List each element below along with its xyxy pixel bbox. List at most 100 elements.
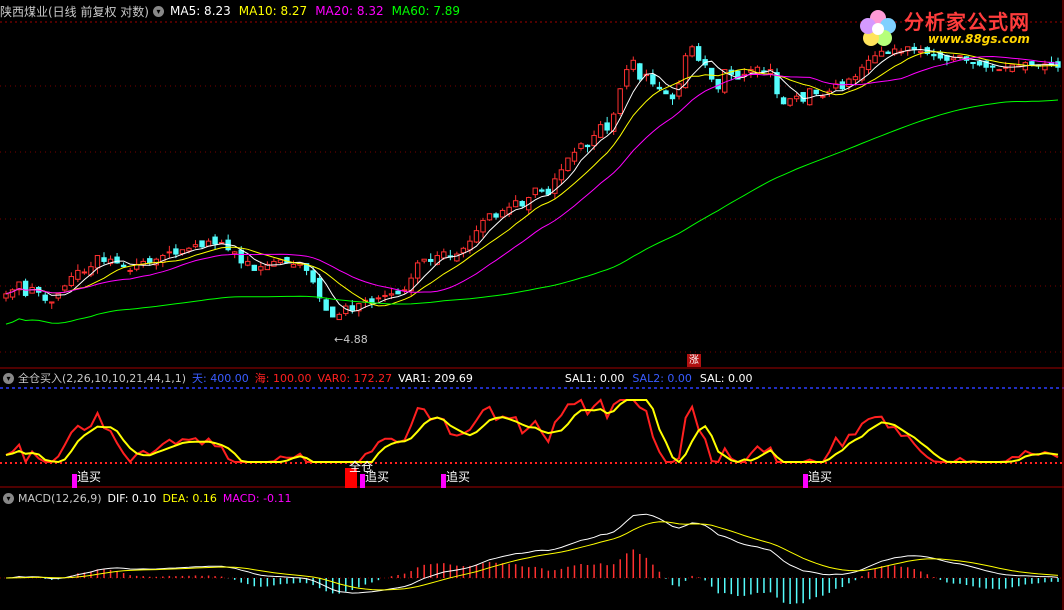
main-panel-header: 陕西煤业(日线 前复权 对数) ▾ MA5: 8.23 MA10: 8.27 M…	[0, 2, 460, 20]
ma5-line	[5, 48, 1059, 313]
signal-label: 追买	[446, 470, 471, 484]
watermark-brand: 分析家公式网	[904, 10, 1030, 34]
candle-up	[957, 55, 963, 58]
candle-down	[173, 248, 179, 255]
candle-up	[245, 260, 251, 266]
candle-down	[539, 189, 545, 192]
candle-up	[375, 297, 382, 300]
macd-value: MACD: -0.11	[222, 491, 292, 505]
sub-panel-header: ▾ 全仓买入(2,26,10,10,21,44,1,1) 天: 400.00 海…	[0, 370, 752, 386]
candle-up	[820, 95, 826, 98]
flower-logo-icon	[858, 8, 898, 48]
candle-down	[349, 305, 356, 311]
candle-up	[480, 219, 486, 233]
candle-down	[813, 89, 819, 95]
candle-up	[414, 262, 421, 279]
candle-up	[3, 293, 9, 299]
candle-up	[127, 269, 133, 272]
ma10-line	[5, 51, 1059, 307]
candle-up	[591, 134, 597, 147]
candle-down	[604, 122, 610, 131]
sal1-value: SAL1: 0.00	[564, 371, 625, 385]
candle-down	[695, 46, 702, 61]
sal2-value: SAL2: 0.00	[632, 371, 692, 385]
candle-up	[68, 276, 75, 286]
zhang-tag: 涨	[687, 354, 701, 367]
candle-up	[512, 200, 519, 208]
candle-up	[49, 301, 55, 304]
macd-dropdown-icon[interactable]: ▾	[3, 492, 14, 504]
candle-up	[950, 57, 957, 61]
ma10-value: MA10: 8.27	[238, 4, 308, 18]
candle-down	[428, 258, 434, 262]
candle-up	[473, 230, 480, 243]
var0-line	[5, 398, 1059, 465]
candle-up	[624, 69, 630, 87]
candle-down	[369, 298, 375, 303]
candle-up	[793, 95, 800, 100]
ma20-value: MA20: 8.32	[315, 4, 384, 18]
dif-value: DIF: 0.10	[107, 491, 157, 505]
candle-up	[441, 251, 447, 259]
candle-down	[199, 240, 205, 248]
ma5-value: MA5: 8.23	[170, 4, 231, 18]
dif-line	[5, 513, 1059, 594]
candle-down	[637, 63, 643, 80]
sal-value: SAL: 0.00	[699, 371, 753, 385]
tian-value: 天: 400.00	[192, 372, 249, 385]
candle-up	[872, 55, 878, 64]
candle-down	[989, 65, 996, 68]
candle-up	[75, 269, 81, 280]
candle-up	[271, 260, 277, 267]
candle-up	[186, 247, 192, 252]
moving-average-lines	[5, 48, 1059, 325]
sub-title: 全仓买入(2,26,10,10,21,44,1,1)	[18, 372, 187, 385]
low-price-label: ←4.88	[334, 333, 368, 346]
macd-lines	[5, 513, 1059, 594]
panel-borders	[0, 0, 1064, 610]
candle-down	[708, 67, 715, 80]
candle-up	[565, 157, 571, 172]
candle-down	[101, 257, 107, 262]
candle-down	[1029, 61, 1035, 66]
candle-down	[780, 97, 787, 105]
candle-up	[192, 244, 199, 248]
candle-up	[682, 55, 689, 89]
var1-line	[5, 399, 1059, 464]
candle-down	[976, 61, 983, 66]
candle-down	[519, 201, 525, 207]
candle-down	[584, 144, 591, 148]
candle-up	[617, 88, 623, 115]
candle-up	[62, 285, 68, 291]
candle-up	[166, 251, 173, 254]
candle-up	[578, 143, 584, 149]
candle-down	[238, 249, 244, 264]
candle-down	[1055, 61, 1061, 68]
candle-up	[597, 124, 604, 138]
macd-title: MACD(12,26,9)	[18, 491, 102, 505]
candle-down	[885, 51, 891, 54]
candle-up	[388, 293, 395, 296]
candle-up	[486, 213, 493, 221]
sub-dropdown-icon[interactable]: ▾	[3, 372, 14, 384]
candle-down	[656, 86, 663, 90]
chart-canvas	[0, 0, 1064, 610]
candle-up	[382, 294, 388, 297]
dea-line	[5, 521, 1059, 591]
candle-up	[689, 46, 695, 57]
var1-value: VAR1: 209.69	[398, 371, 473, 385]
signal-label: 追买	[77, 470, 102, 484]
candle-up	[996, 69, 1002, 72]
candle-down	[663, 90, 669, 95]
candle-down	[42, 294, 48, 301]
watermark: 分析家公式网 www.88gs.com	[858, 4, 1058, 52]
macd-panel-header: ▾ MACD(12,26,9) DIF: 0.10 DEA: 0.16 MACD…	[0, 490, 292, 506]
dropdown-chevron-icon[interactable]: ▾	[153, 5, 164, 17]
candle-down	[22, 280, 29, 296]
candle-down	[323, 299, 329, 311]
candle-up	[258, 266, 264, 271]
candle-up	[787, 98, 793, 106]
candle-up	[499, 209, 506, 218]
var0-value: VAR0: 172.27	[317, 371, 393, 385]
sub-indicator-lines	[5, 398, 1059, 465]
